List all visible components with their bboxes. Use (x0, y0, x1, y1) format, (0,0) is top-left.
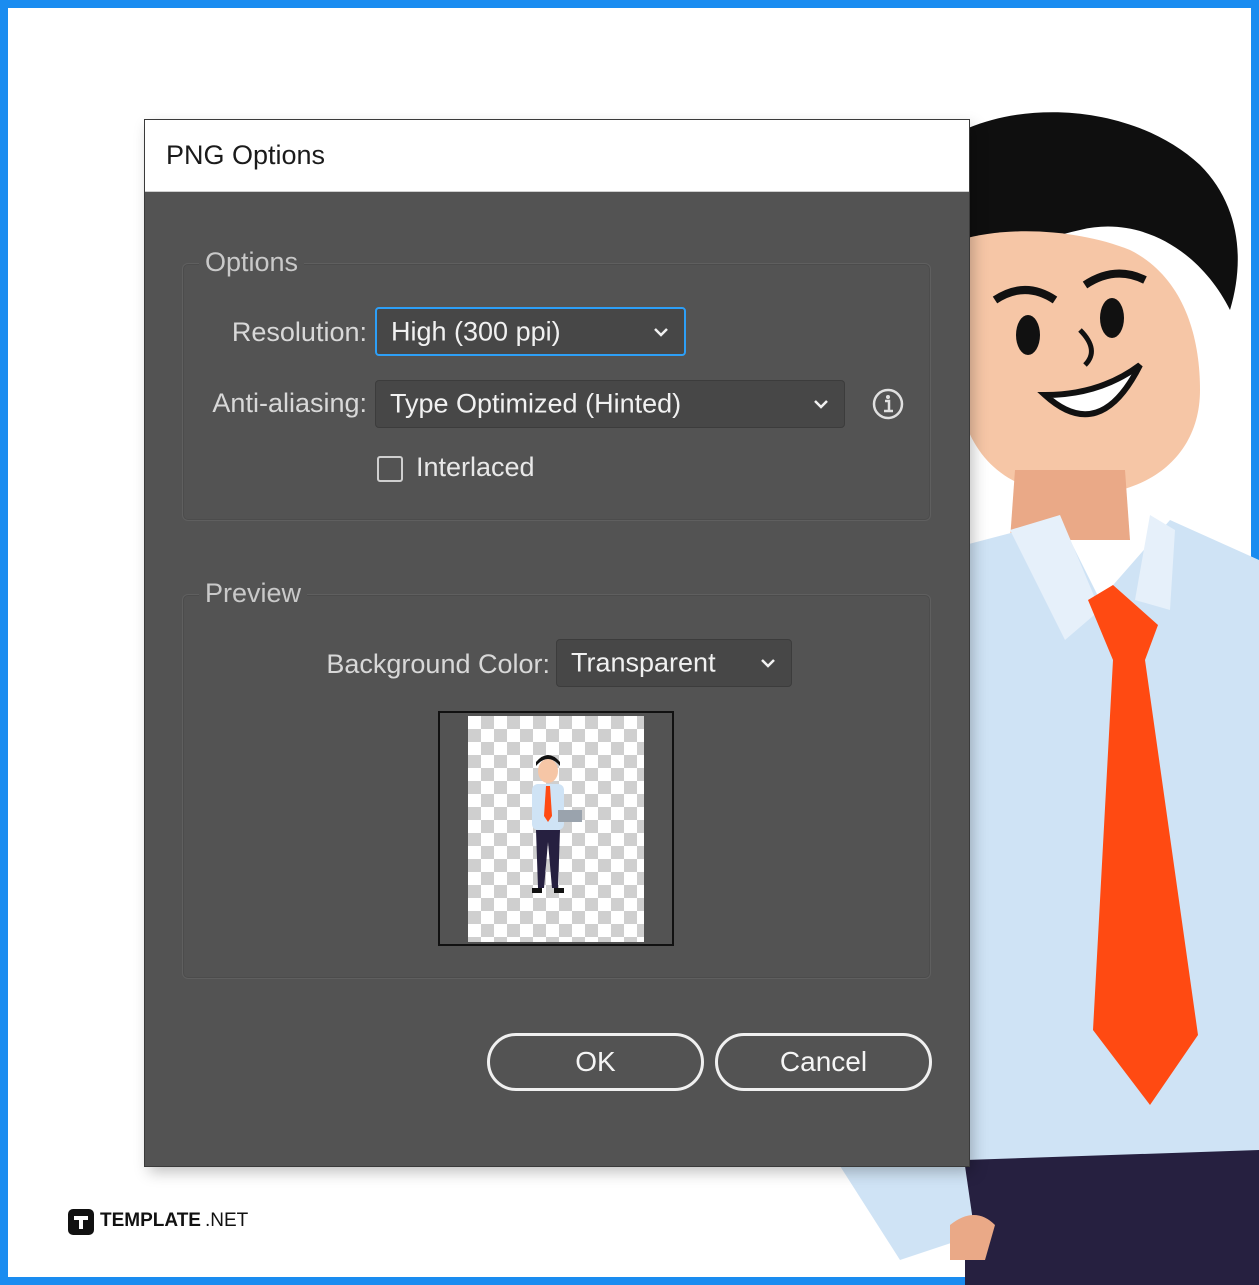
background-color-value: Transparent (571, 647, 716, 678)
anti-aliasing-value: Type Optimized (Hinted) (390, 388, 682, 419)
ok-button[interactable]: OK (487, 1033, 704, 1091)
face-shape (960, 231, 1200, 496)
png-options-dialog: PNG Options Options Resolution: High (30… (145, 120, 969, 1166)
watermark-brand: TEMPLATE (100, 1210, 201, 1231)
left-eye (1016, 315, 1040, 355)
dialog-titlebar: PNG Options (145, 120, 969, 192)
anti-aliasing-dropdown[interactable]: Type Optimized (Hinted) (375, 380, 845, 428)
resolution-label: Resolution: (231, 317, 367, 347)
dialog-title: PNG Options (166, 140, 326, 170)
preview-legend: Preview (199, 578, 308, 609)
right-eye (1100, 298, 1124, 338)
chevron-down-icon (814, 400, 828, 409)
preview-thumbnail (438, 711, 674, 946)
resolution-dropdown[interactable]: High (300 ppi) (375, 307, 686, 356)
cancel-button[interactable]: Cancel (715, 1033, 932, 1091)
options-legend: Options (199, 247, 305, 278)
template-logo-icon (68, 1209, 94, 1235)
pants-shape (965, 1150, 1259, 1285)
info-icon[interactable] (871, 387, 905, 421)
chevron-down-icon (654, 327, 668, 337)
watermark-suffix: .NET (205, 1210, 249, 1231)
interlaced-label[interactable]: Interlaced (416, 452, 535, 483)
chevron-down-icon (761, 659, 775, 668)
anti-aliasing-label: Anti-aliasing: (212, 388, 367, 418)
background-color-label: Background Color: (326, 649, 550, 679)
background-color-dropdown[interactable]: Transparent (556, 639, 792, 687)
resolution-value: High (300 ppi) (391, 316, 561, 346)
preview-figure (532, 755, 582, 893)
interlaced-checkbox[interactable] (377, 456, 403, 482)
